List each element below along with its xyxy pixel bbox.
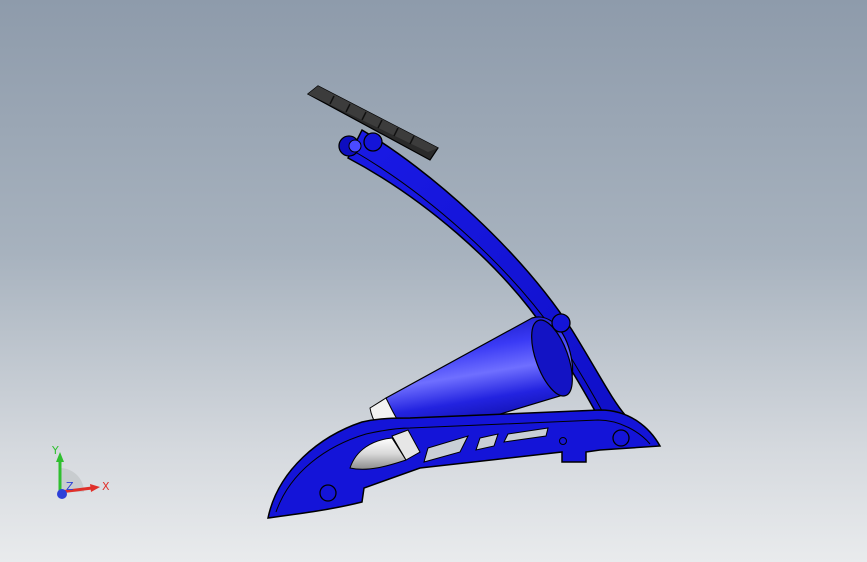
pin-small	[559, 437, 567, 445]
triad-z-label: Z	[66, 480, 74, 493]
pin-lower-left	[319, 484, 337, 502]
graphics-viewport[interactable]: Y X Z	[0, 0, 867, 562]
triad-x-arrow	[90, 484, 100, 492]
pin-arm-mid	[551, 313, 571, 333]
foot-pump-model[interactable]	[0, 0, 867, 562]
pin-lower-right	[612, 429, 630, 447]
triad-y-label: Y	[51, 444, 59, 457]
triad-x-label: X	[102, 480, 110, 493]
pin-arm-top	[363, 132, 383, 152]
pedal-pivot-pin	[348, 139, 362, 153]
orientation-triad: Y X Z	[51, 444, 110, 499]
